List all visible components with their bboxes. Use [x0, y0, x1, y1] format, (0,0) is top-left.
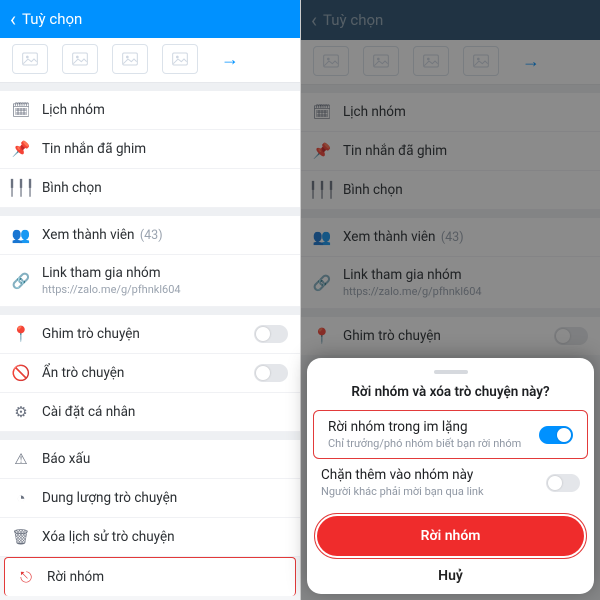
- members-icon: 👥: [12, 226, 30, 244]
- media-more-icon[interactable]: →: [212, 44, 248, 74]
- row-leave-group[interactable]: ⎋ Rời nhóm: [4, 557, 296, 596]
- row-report[interactable]: ⚠︎ Báo xấu: [0, 440, 300, 479]
- confirm-leave-button[interactable]: Rời nhóm: [317, 516, 584, 556]
- leave-silently-toggle[interactable]: [539, 426, 573, 444]
- row-pin-chat[interactable]: 📍 Ghim trò chuyện: [0, 315, 300, 354]
- option-block-readd[interactable]: Chặn thêm vào nhóm này Người khác phải m…: [307, 459, 594, 506]
- media-thumb[interactable]: [62, 44, 98, 74]
- user-gear-icon: ⚙︎: [12, 403, 30, 421]
- option-leave-silently[interactable]: Rời nhóm trong im lặng Chỉ trưởng/phó nh…: [313, 410, 588, 459]
- row-calendar[interactable]: 🗓︎ Lịch nhóm: [0, 91, 300, 130]
- warning-icon: ⚠︎: [12, 450, 30, 468]
- row-hide-chat[interactable]: 🚫 Ẩn trò chuyện: [0, 354, 300, 393]
- media-thumb[interactable]: [162, 44, 198, 74]
- poll-icon: ╿╿╿: [12, 179, 30, 197]
- header-title: Tuỳ chọn: [22, 10, 82, 28]
- leave-icon: ⎋: [17, 568, 35, 586]
- hide-chat-toggle[interactable]: [254, 364, 288, 382]
- eye-off-icon: 🚫: [12, 364, 30, 382]
- header-left: ‹ Tuỳ chọn: [0, 0, 300, 38]
- media-thumb[interactable]: [112, 44, 148, 74]
- row-personal-settings[interactable]: ⚙︎ Cài đặt cá nhân: [0, 393, 300, 432]
- sheet-title: Rời nhóm và xóa trò chuyện này?: [307, 384, 594, 410]
- pie-icon: ◔: [12, 489, 30, 507]
- pin-chat-toggle[interactable]: [254, 325, 288, 343]
- row-join-link[interactable]: 🔗 Link tham gia nhóm https://zalo.me/g/p…: [0, 255, 300, 307]
- row-pinned-messages[interactable]: 📌 Tin nhắn đã ghim: [0, 130, 300, 169]
- grabber[interactable]: [434, 370, 468, 374]
- leave-group-sheet: Rời nhóm và xóa trò chuyện này? Rời nhóm…: [307, 358, 594, 594]
- link-icon: 🔗: [12, 272, 30, 290]
- pin-icon: 📌: [12, 140, 30, 158]
- trash-icon: 🗑︎: [12, 528, 30, 546]
- cancel-button[interactable]: Huỷ: [307, 556, 594, 588]
- row-members[interactable]: 👥 Xem thành viên (43): [0, 216, 300, 255]
- row-clear-history[interactable]: 🗑︎ Xóa lịch sử trò chuyện: [0, 518, 300, 557]
- media-thumb[interactable]: [12, 44, 48, 74]
- row-poll[interactable]: ╿╿╿ Bình chọn: [0, 169, 300, 208]
- back-icon[interactable]: ‹: [8, 9, 22, 29]
- block-readd-toggle[interactable]: [546, 474, 580, 492]
- screen-right: ‹ Tuỳ chọn → 🗓︎Lịch nhóm 📌Tin nhắn đã gh…: [300, 0, 600, 600]
- calendar-icon: 🗓︎: [12, 101, 30, 119]
- row-storage[interactable]: ◔ Dung lượng trò chuyện: [0, 479, 300, 518]
- pin-icon: 📍: [12, 325, 30, 343]
- screen-left: ‹ Tuỳ chọn → 🗓︎ Lịch nhóm 📌 Tin nhắn đã …: [0, 0, 300, 600]
- media-strip: →: [0, 38, 300, 83]
- settings-list: 🗓︎ Lịch nhóm 📌 Tin nhắn đã ghim ╿╿╿ Bình…: [0, 83, 300, 600]
